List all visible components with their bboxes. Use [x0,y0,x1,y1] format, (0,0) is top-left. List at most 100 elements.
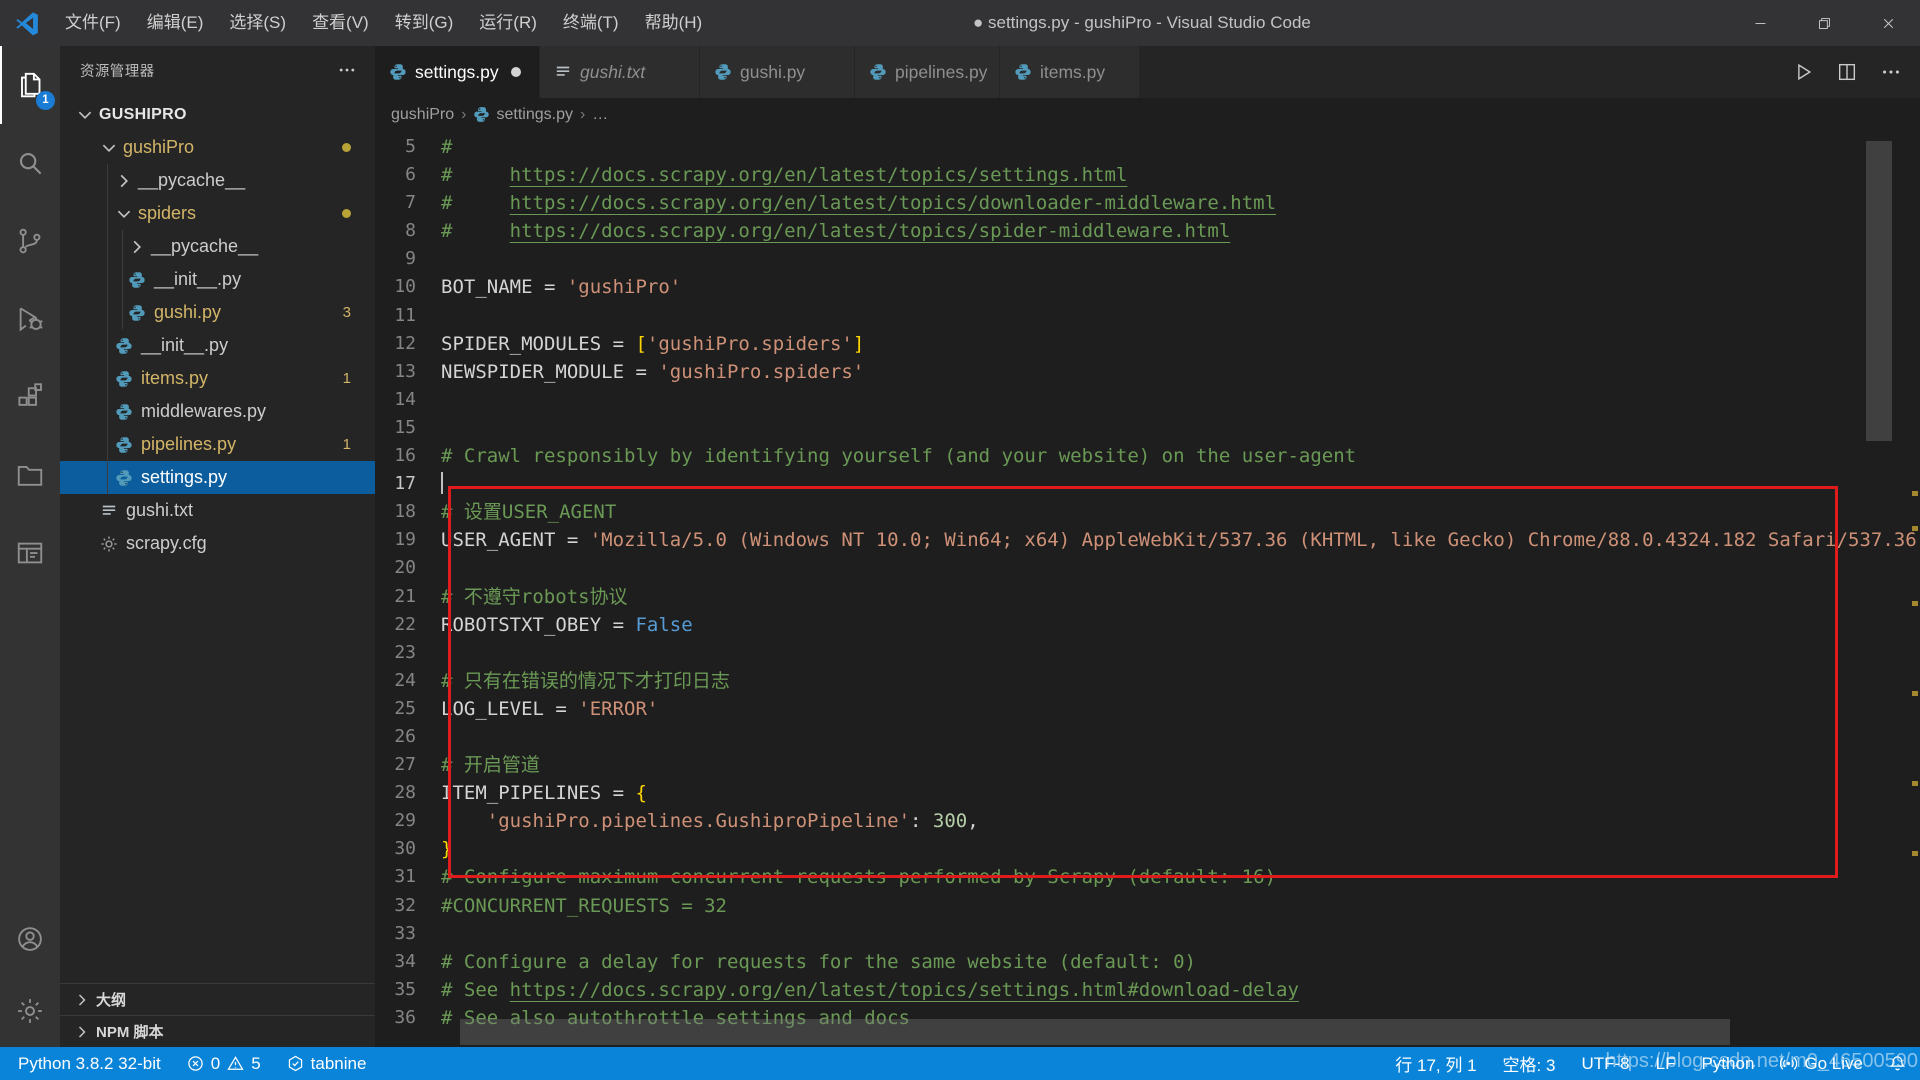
status-python-interpreter[interactable]: Python 3.8.2 32-bit [18,1054,161,1074]
code-line-33[interactable]: 33 [375,920,1920,948]
sidebar-section-1[interactable]: NPM 脚本 [60,1015,375,1047]
horizontal-scrollbar[interactable] [460,1019,1730,1045]
code-line-19[interactable]: 19USER_AGENT = 'Mozilla/5.0 (Windows NT … [375,526,1920,554]
breadcrumb-segment-2[interactable]: … [592,106,608,124]
code-line-35[interactable]: 35# See https://docs.scrapy.org/en/lates… [375,976,1920,1004]
tab-settings-py[interactable]: settings.py [375,46,540,98]
status-language-mode[interactable]: Python [1701,1054,1754,1074]
activitybar-project-folder[interactable] [0,436,60,514]
code-line-27[interactable]: 27# 开启管道 [375,751,1920,779]
activitybar-extensions[interactable] [0,358,60,436]
menu-item-7[interactable]: 帮助(H) [632,0,716,46]
line-number[interactable]: 20 [375,554,441,582]
status-cursor-position[interactable]: 行 17, 列 1 [1395,1051,1476,1076]
code-line-30[interactable]: 30} [375,835,1920,863]
code-line-5[interactable]: 5# [375,133,1920,161]
line-number[interactable]: 35 [375,976,441,1004]
line-number[interactable]: 13 [375,358,441,386]
line-number[interactable]: 5 [375,133,441,161]
code-line-7[interactable]: 7# https://docs.scrapy.org/en/latest/top… [375,189,1920,217]
vertical-scrollbar[interactable] [1866,141,1892,441]
line-number[interactable]: 16 [375,442,441,470]
run-file-icon[interactable] [1786,55,1820,89]
line-number[interactable]: 33 [375,920,441,948]
code-line-12[interactable]: 12SPIDER_MODULES = ['gushiPro.spiders'] [375,330,1920,358]
code-line-10[interactable]: 10BOT_NAME = 'gushiPro' [375,273,1920,301]
code-line-23[interactable]: 23 [375,639,1920,667]
code-line-34[interactable]: 34# Configure a delay for requests for t… [375,948,1920,976]
code-line-31[interactable]: 31# Configure maximum concurrent request… [375,863,1920,891]
code-line-13[interactable]: 13NEWSPIDER_MODULE = 'gushiPro.spiders' [375,358,1920,386]
line-number[interactable]: 24 [375,667,441,695]
line-number[interactable]: 26 [375,723,441,751]
code-line-22[interactable]: 22ROBOTSTXT_OBEY = False [375,611,1920,639]
tab-pipelines-py[interactable]: pipelines.py [855,46,1000,98]
code-line-25[interactable]: 25LOG_LEVEL = 'ERROR' [375,695,1920,723]
line-number[interactable]: 12 [375,330,441,358]
status-go-live[interactable]: Go Live [1780,1054,1863,1074]
line-number[interactable]: 19 [375,526,441,554]
code-line-14[interactable]: 14 [375,386,1920,414]
menu-item-5[interactable]: 运行(R) [466,0,550,46]
status-eol[interactable]: LF [1656,1054,1676,1074]
code-line-11[interactable]: 11 [375,302,1920,330]
code-line-20[interactable]: 20 [375,554,1920,582]
line-number[interactable]: 28 [375,779,441,807]
line-number[interactable]: 25 [375,695,441,723]
line-number[interactable]: 17 [375,470,441,498]
line-number[interactable]: 10 [375,273,441,301]
menu-item-6[interactable]: 终端(T) [550,0,632,46]
line-number[interactable]: 11 [375,302,441,330]
line-number[interactable]: 36 [375,1004,441,1032]
line-number[interactable]: 15 [375,414,441,442]
minimize-button[interactable] [1728,0,1792,46]
line-number[interactable]: 31 [375,863,441,891]
line-number[interactable]: 29 [375,807,441,835]
code-line-24[interactable]: 24# 只有在错误的情况下才打印日志 [375,667,1920,695]
tab-gushi-py[interactable]: gushi.py [700,46,855,98]
more-actions-icon[interactable] [1874,55,1908,89]
activitybar-accounts[interactable] [0,903,60,975]
line-number[interactable]: 23 [375,639,441,667]
tree-item-gushipro[interactable]: gushiPro [60,131,375,164]
activitybar-explorer[interactable]: 1 [0,46,62,124]
menu-item-4[interactable]: 转到(G) [382,0,467,46]
activitybar-live-preview[interactable] [0,514,60,592]
code-line-6[interactable]: 6# https://docs.scrapy.org/en/latest/top… [375,161,1920,189]
code-line-26[interactable]: 26 [375,723,1920,751]
line-number[interactable]: 7 [375,189,441,217]
line-number[interactable]: 8 [375,217,441,245]
code-line-29[interactable]: 29 'gushiPro.pipelines.GushiproPipeline'… [375,807,1920,835]
menu-item-1[interactable]: 编辑(E) [134,0,217,46]
activitybar-run-and-debug[interactable] [0,280,60,358]
line-number[interactable]: 22 [375,611,441,639]
status-notifications[interactable] [1889,1055,1906,1072]
line-number[interactable]: 27 [375,751,441,779]
menu-item-0[interactable]: 文件(F) [52,0,134,46]
restore-button[interactable] [1792,0,1856,46]
code-line-21[interactable]: 21# 不遵守robots协议 [375,583,1920,611]
activitybar-search[interactable] [0,124,60,202]
tree-item-scrapy-cfg[interactable]: scrapy.cfg [60,527,375,560]
menu-item-3[interactable]: 查看(V) [299,0,382,46]
code-line-15[interactable]: 15 [375,414,1920,442]
status-encoding[interactable]: UTF-8 [1581,1054,1629,1074]
line-number[interactable]: 6 [375,161,441,189]
breadcrumb-segment-1[interactable]: settings.py [473,106,572,124]
activitybar-source-control[interactable] [0,202,60,280]
code-line-18[interactable]: 18# 设置USER_AGENT [375,498,1920,526]
status-problems[interactable]: 05 [187,1054,261,1074]
code-line-16[interactable]: 16# Crawl responsibly by identifying you… [375,442,1920,470]
line-number[interactable]: 14 [375,386,441,414]
tab-gushi-txt[interactable]: gushi.txt [540,46,700,98]
line-number[interactable]: 18 [375,498,441,526]
code-line-9[interactable]: 9 [375,245,1920,273]
code-line-8[interactable]: 8# https://docs.scrapy.org/en/latest/top… [375,217,1920,245]
status-tabnine[interactable]: tabnine [287,1054,367,1074]
tab-items-py[interactable]: items.py [1000,46,1140,98]
explorer-more-actions-icon[interactable] [337,60,357,80]
code-line-17[interactable]: 17 [375,470,1920,498]
line-number[interactable]: 30 [375,835,441,863]
status-indentation[interactable]: 空格: 3 [1503,1051,1556,1076]
breadcrumb[interactable]: gushiPro›settings.py›… [375,98,1920,131]
